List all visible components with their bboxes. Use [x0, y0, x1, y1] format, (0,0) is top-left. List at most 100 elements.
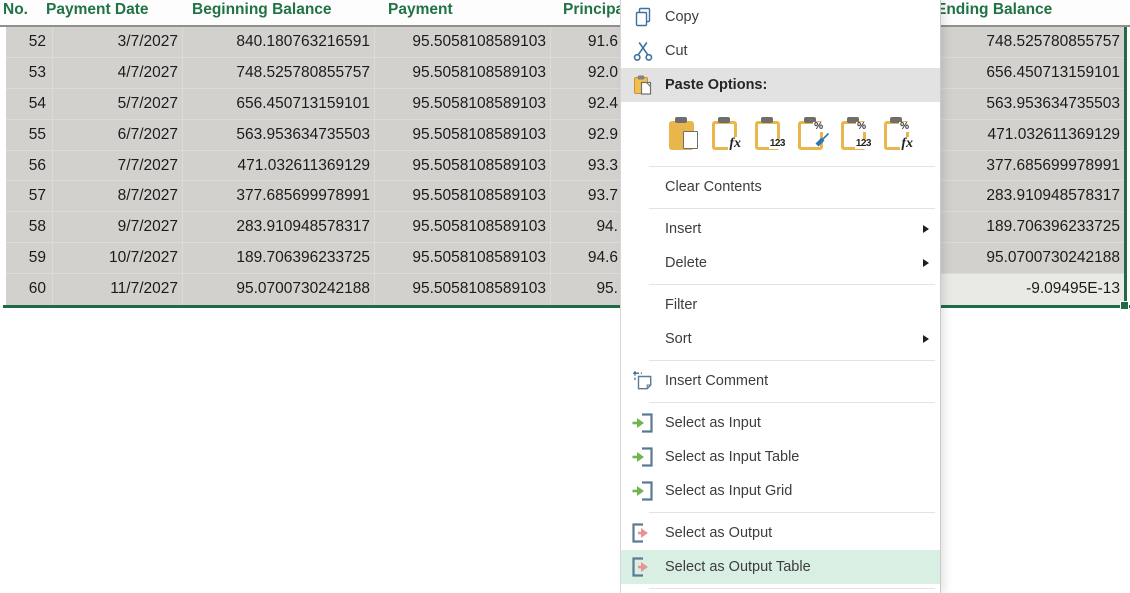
clipboard-clip-icon: [718, 117, 730, 123]
menu-item-cut[interactable]: Cut: [621, 34, 940, 68]
cell[interactable]: 283.910948578317: [936, 181, 1124, 211]
cell[interactable]: 93.3: [550, 151, 620, 181]
menu-item-copy[interactable]: Copy: [621, 0, 940, 34]
cell[interactable]: 9/7/2027: [52, 212, 182, 242]
cell[interactable]: 56: [6, 151, 52, 181]
menu-item-select-as-input-table[interactable]: Select as Input Table: [621, 440, 940, 474]
menu-item-paste-options[interactable]: Paste Options:: [621, 68, 940, 102]
menu-item-delete[interactable]: Delete: [621, 246, 940, 280]
select-output-icon: [630, 556, 656, 578]
paste-values-number-formatting-button[interactable]: % 123: [839, 113, 871, 151]
table-row: 545/7/2027656.45071315910195.50581085891…: [6, 89, 1124, 120]
cell[interactable]: 55: [6, 120, 52, 150]
table-row: 5910/7/2027189.70639623372595.5058108589…: [6, 243, 1124, 274]
cell[interactable]: 93.7: [550, 181, 620, 211]
fx-glyph: fx: [728, 137, 742, 150]
menu-item-select-as-output-table[interactable]: Select as Output Table: [621, 550, 940, 584]
cell[interactable]: 95.5058108589103: [374, 120, 550, 150]
cell[interactable]: 53: [6, 58, 52, 88]
cell[interactable]: 54: [6, 89, 52, 119]
cell[interactable]: 58: [6, 212, 52, 242]
fx-glyph: fx: [900, 137, 914, 150]
col-header-beginning-balance[interactable]: Beginning Balance: [192, 1, 332, 19]
worksheet: No. Payment Date Beginning Balance Payme…: [0, 0, 1130, 593]
paste-formulas-button[interactable]: fx: [710, 113, 742, 151]
cell[interactable]: 95.5058108589103: [374, 181, 550, 211]
col-header-no[interactable]: No.: [3, 1, 28, 19]
menu-item-select-as-input[interactable]: Select as Input: [621, 406, 940, 440]
cell[interactable]: 748.525780855757: [936, 27, 1124, 57]
cell[interactable]: 7/7/2027: [52, 151, 182, 181]
menu-item-filter[interactable]: Filter: [621, 288, 940, 322]
cell[interactable]: 8/7/2027: [52, 181, 182, 211]
select-input-icon: [630, 480, 656, 502]
cell[interactable]: 5/7/2027: [52, 89, 182, 119]
fill-handle[interactable]: [1120, 301, 1129, 310]
menu-separator: [649, 588, 935, 589]
paste-formatting-button[interactable]: %: [796, 113, 828, 151]
cell[interactable]: 471.032611369129: [182, 151, 374, 181]
cell[interactable]: 189.706396233725: [182, 243, 374, 273]
clipboard-clip-icon: [761, 117, 773, 123]
cell[interactable]: 95.5058108589103: [374, 243, 550, 273]
cell[interactable]: 6/7/2027: [52, 120, 182, 150]
cell[interactable]: 377.685699978991: [182, 181, 374, 211]
table-header-row: No. Payment Date Beginning Balance Payme…: [0, 0, 1130, 25]
col-header-principal[interactable]: Principal: [563, 1, 628, 19]
cell[interactable]: 60: [6, 274, 52, 305]
paste-formulas-number-formatting-button[interactable]: % fx: [882, 113, 914, 151]
menu-item-clear-contents[interactable]: Clear Contents: [621, 170, 940, 204]
col-header-payment-date[interactable]: Payment Date: [46, 1, 149, 19]
menu-item-insert[interactable]: Insert: [621, 212, 940, 246]
cell[interactable]: 52: [6, 27, 52, 57]
cell[interactable]: 4/7/2027: [52, 58, 182, 88]
cell[interactable]: 10/7/2027: [52, 243, 182, 273]
cell[interactable]: 563.953634735503: [936, 89, 1124, 119]
menu-item-sort[interactable]: Sort: [621, 322, 940, 356]
cell[interactable]: 92.0: [550, 58, 620, 88]
col-header-payment[interactable]: Payment: [388, 1, 453, 19]
cell[interactable]: 92.9: [550, 120, 620, 150]
cell[interactable]: 92.4: [550, 89, 620, 119]
cell[interactable]: 95.: [550, 274, 620, 305]
cell[interactable]: 95.5058108589103: [374, 27, 550, 57]
cell[interactable]: -9.09495E-13: [936, 274, 1124, 305]
cell[interactable]: 57: [6, 181, 52, 211]
cell[interactable]: 11/7/2027: [52, 274, 182, 305]
cell[interactable]: 94.: [550, 212, 620, 242]
paste-icon: [630, 74, 656, 96]
cell[interactable]: 95.5058108589103: [374, 89, 550, 119]
menu-item-select-as-output[interactable]: Select as Output: [621, 516, 940, 550]
table-row: 6011/7/202795.070073024218895.5058108589…: [6, 274, 1124, 305]
cell[interactable]: 59: [6, 243, 52, 273]
cell[interactable]: 95.0700730242188: [936, 243, 1124, 273]
menu-item-insert-comment[interactable]: Insert Comment: [621, 364, 940, 398]
menu-item-label: Select as Output: [665, 525, 772, 541]
cell[interactable]: 3/7/2027: [52, 27, 182, 57]
selection-right-border: [1124, 27, 1127, 305]
cell[interactable]: 95.5058108589103: [374, 58, 550, 88]
menu-item-select-as-input-grid[interactable]: Select as Input Grid: [621, 474, 940, 508]
menu-item-label: Delete: [665, 255, 707, 271]
cell[interactable]: 563.953634735503: [182, 120, 374, 150]
paste-values-button[interactable]: 123: [753, 113, 785, 151]
cell[interactable]: 283.910948578317: [182, 212, 374, 242]
gridline: [374, 27, 375, 305]
cell[interactable]: 189.706396233725: [936, 212, 1124, 242]
paste-button[interactable]: [667, 113, 699, 151]
cell[interactable]: 95.5058108589103: [374, 151, 550, 181]
cell[interactable]: 94.6: [550, 243, 620, 273]
col-header-ending-balance[interactable]: Ending Balance: [936, 1, 1052, 19]
cell[interactable]: 377.685699978991: [936, 151, 1124, 181]
gridline: [182, 27, 183, 305]
cell[interactable]: 95.0700730242188: [182, 274, 374, 305]
cell[interactable]: 95.5058108589103: [374, 212, 550, 242]
cell[interactable]: 95.5058108589103: [374, 274, 550, 305]
cell[interactable]: 91.6: [550, 27, 620, 57]
menu-item-label: Insert Comment: [665, 373, 768, 389]
cell[interactable]: 656.450713159101: [936, 58, 1124, 88]
cell[interactable]: 748.525780855757: [182, 58, 374, 88]
cell[interactable]: 840.180763216591: [182, 27, 374, 57]
cell[interactable]: 656.450713159101: [182, 89, 374, 119]
cell[interactable]: 471.032611369129: [936, 120, 1124, 150]
